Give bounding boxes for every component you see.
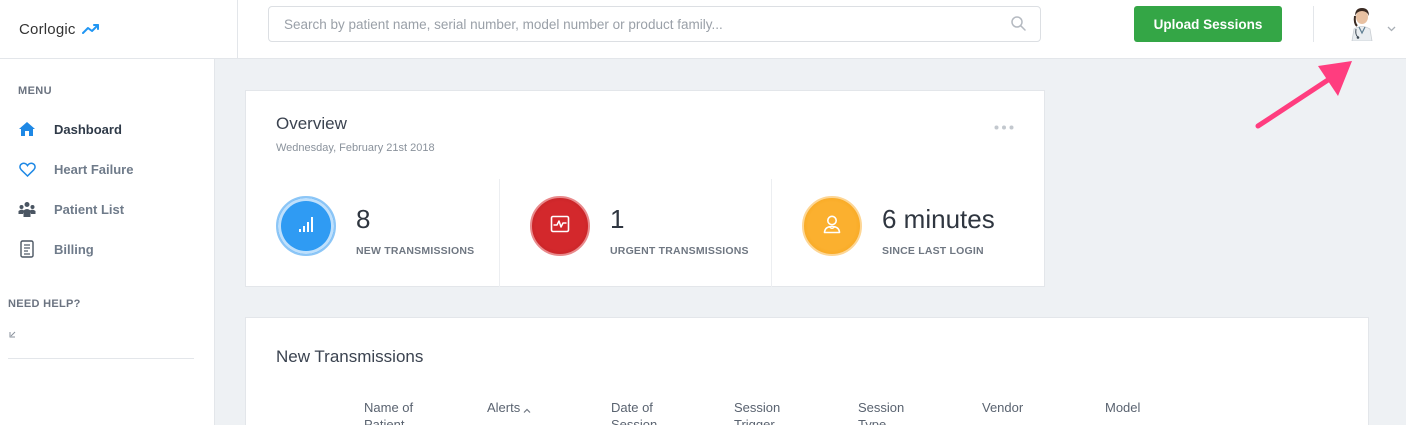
stat-value: 1 [610,204,625,234]
upload-sessions-button[interactable]: Upload Sessions [1134,6,1282,42]
sidebar-item-billing[interactable]: Billing [17,238,94,260]
column-header-line1: Alerts [487,400,521,415]
users-icon [17,199,37,219]
new-transmissions-card: New Transmissions Name of Patient Alerts… [245,317,1369,425]
stat-value: 8 [356,204,371,234]
column-header-line1: Model [1105,400,1141,415]
column-header-alerts[interactable]: Alerts [487,399,577,417]
chevron-down-icon[interactable] [1387,19,1396,37]
home-icon [17,119,37,139]
sidebar-item-label: Billing [54,241,94,257]
menu-title: MENU [18,85,52,97]
column-header-line1: Name of [364,400,414,415]
trend-up-icon [81,22,100,40]
search-icon[interactable] [1011,16,1026,36]
heartbeat-icon [550,215,570,238]
sidebar-item-heart-failure[interactable]: Heart Failure [17,158,133,180]
column-header-line1: Date of [611,400,653,415]
search-box [268,6,1041,42]
column-header-session-trigger[interactable]: Session Trigger [734,399,824,425]
brand[interactable]: Corlogic [0,0,238,59]
sidebar-item-label: Heart Failure [54,161,134,177]
need-help-title: NEED HELP? [8,298,81,310]
column-header-line1: Session [858,400,905,415]
new-transmissions-title: New Transmissions [276,347,424,366]
sidebar-item-patient-list[interactable]: Patient List [17,198,124,220]
column-header-session-type[interactable]: Session Type [858,399,948,425]
stat-last-login[interactable]: 6 minutes SINCE LAST LOGIN [771,179,1045,287]
sort-ascending-icon[interactable] [523,400,531,417]
avatar[interactable] [1346,5,1378,42]
heart-icon [17,159,37,179]
external-link-icon[interactable] [8,326,17,344]
search-input[interactable] [269,7,989,41]
stat-new-transmissions[interactable]: 8 NEW TRANSMISSIONS [246,179,499,287]
annotation-arrow-icon [1250,58,1360,138]
overview-date: Wednesday, February 21st 2018 [276,142,435,154]
stat-label: URGENT TRANSMISSIONS [610,245,749,257]
column-header-line2: Session [611,417,658,425]
sidebar-item-dashboard[interactable]: Dashboard [17,118,122,140]
column-header-line2: Patient [364,417,405,425]
top-header: Corlogic Upload Sessions [0,0,1406,59]
stat-circle [530,196,590,256]
brand-name: Corlogic [19,21,76,38]
sidebar-item-label: Dashboard [54,121,122,137]
sidebar-divider [8,358,194,359]
overview-title: Overview [276,114,347,133]
overview-card: Overview Wednesday, February 21st 2018 8… [245,90,1045,287]
column-header-vendor[interactable]: Vendor [982,399,1072,416]
column-header-date-of-session[interactable]: Date of Session [611,399,701,425]
doctor-icon [822,214,842,239]
stat-urgent-transmissions[interactable]: 1 URGENT TRANSMISSIONS [499,179,771,287]
header-divider [1313,6,1314,42]
sidebar: MENU Dashboard Heart Failure Patient Lis… [0,59,215,425]
stat-label: SINCE LAST LOGIN [882,245,984,257]
column-header-line2: Trigger [734,417,775,425]
stat-circle [802,196,862,256]
more-options-icon[interactable] [994,117,1014,135]
signal-bars-icon [297,215,315,238]
column-header-model[interactable]: Model [1105,399,1195,416]
stat-label: NEW TRANSMISSIONS [356,245,475,257]
column-header-line2: Type [858,417,887,425]
stat-circle [276,196,336,256]
stat-value: 6 minutes [882,204,995,234]
column-header-line1: Session [734,400,781,415]
column-header-line1: Vendor [982,400,1024,415]
sidebar-item-label: Patient List [54,201,125,217]
billing-icon [17,239,37,259]
column-header-patient-name[interactable]: Name of Patient [364,399,454,425]
